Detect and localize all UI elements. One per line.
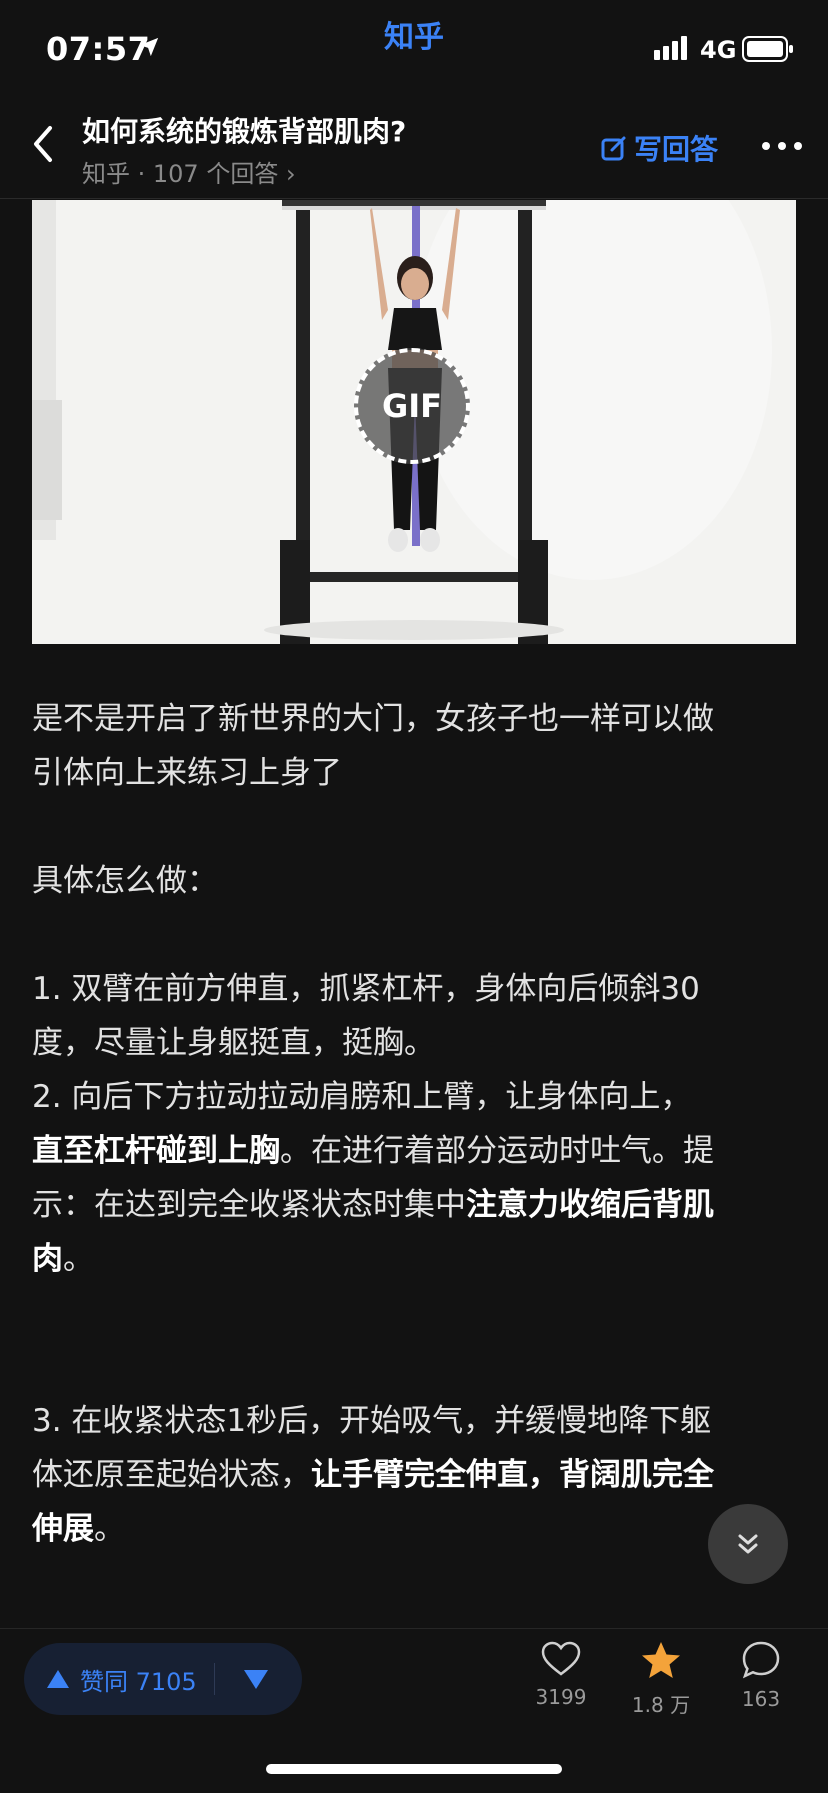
upvote-button[interactable]: 赞同 7105	[46, 1643, 197, 1715]
write-answer-label: 写回答	[634, 133, 719, 166]
body-text: 。在进行着部分运动时吐气。提	[280, 1133, 714, 1169]
back-chevron-icon[interactable]	[26, 122, 62, 166]
favorite-button[interactable]: 1.8 万	[616, 1641, 706, 1718]
question-title[interactable]: 如何系统的锻炼背部肌肉?	[82, 110, 406, 150]
home-indicator[interactable]	[266, 1764, 562, 1774]
more-options-icon[interactable]	[760, 136, 804, 156]
body-text: 体还原至起始状态，	[32, 1457, 311, 1493]
step-3-line: 体还原至起始状态，让手臂完全伸直，背阔肌完全	[32, 1448, 796, 1502]
emphasis-text: 直至杠杆碰到上胸	[32, 1133, 280, 1169]
network-type: 4G	[700, 36, 737, 64]
status-bar: 07:57 知乎 4G	[0, 0, 828, 92]
emphasis-text: 注意力收缩后背肌	[466, 1187, 714, 1223]
step-2-line: 示：在达到完全收紧状态时集中注意力收缩后背肌	[32, 1178, 796, 1232]
heart-icon	[541, 1641, 581, 1676]
scroll-down-button[interactable]	[708, 1504, 788, 1584]
edit-icon	[601, 136, 626, 161]
how-to-heading: 具体怎么做：	[32, 863, 218, 899]
question-meta[interactable]: 知乎 · 107 个回答 ›	[82, 154, 296, 189]
answer-content: 是不是开启了新世界的大门，女孩子也一样可以做 引体向上来练习上身了 具体怎么做：…	[32, 692, 796, 1556]
chevron-right-icon: ›	[285, 160, 296, 188]
battery-icon	[742, 36, 793, 62]
question-header: 如何系统的锻炼背部肌肉? 知乎 · 107 个回答 › 写回答	[0, 92, 828, 199]
body-text: 示：在达到完全收紧状态时集中	[32, 1187, 466, 1223]
comment-button[interactable]: 163	[716, 1641, 806, 1711]
vote-control: 赞同 7105	[24, 1643, 302, 1715]
step-2-line: 2. 向后下方拉动拉动肩膀和上臂，让身体向上，	[32, 1079, 692, 1115]
intro-line: 引体向上来练习上身了	[32, 755, 342, 791]
like-button[interactable]: 3199	[516, 1641, 606, 1709]
like-count: 3199	[535, 1685, 587, 1709]
vote-divider	[214, 1663, 215, 1695]
upvote-label: 赞同 7105	[80, 1667, 197, 1696]
step-3-line: 伸展。	[32, 1502, 796, 1556]
step-2-line: 肉。	[32, 1232, 796, 1286]
body-text: 。	[94, 1511, 125, 1547]
star-icon	[642, 1642, 680, 1678]
gif-play-badge[interactable]: GIF	[354, 348, 470, 464]
emphasis-text: 让手臂完全伸直，背阔肌完全	[311, 1457, 714, 1493]
comment-count: 163	[741, 1687, 781, 1711]
step-1-line: 1. 双臂在前方伸直，抓紧杠杆，身体向后倾斜30	[32, 971, 700, 1007]
double-chevron-down-icon	[738, 1534, 758, 1554]
step-2-line: 直至杠杆碰到上胸。在进行着部分运动时吐气。提	[32, 1124, 796, 1178]
triangle-up-icon	[47, 1670, 69, 1688]
answer-gif-image[interactable]: GIF	[32, 200, 796, 644]
favorite-count: 1.8 万	[631, 1693, 691, 1717]
step-1-line: 度，尽量让身躯挺直，挺胸。	[32, 1025, 435, 1061]
comment-bubble-icon	[742, 1641, 780, 1679]
intro-line: 是不是开启了新世界的大门，女孩子也一样可以做	[32, 701, 714, 737]
write-answer-button[interactable]: 写回答	[600, 130, 718, 166]
step-3-line: 3. 在收紧状态1秒后，开始吸气，并缓慢地降下躯	[32, 1403, 712, 1439]
signal-icon	[654, 36, 687, 60]
emphasis-text: 伸展	[32, 1511, 94, 1547]
question-meta-text: 知乎 · 107 个回答	[82, 160, 279, 188]
downvote-button[interactable]	[242, 1665, 270, 1693]
body-text: 。	[63, 1241, 94, 1277]
emphasis-text: 肉	[32, 1241, 63, 1277]
